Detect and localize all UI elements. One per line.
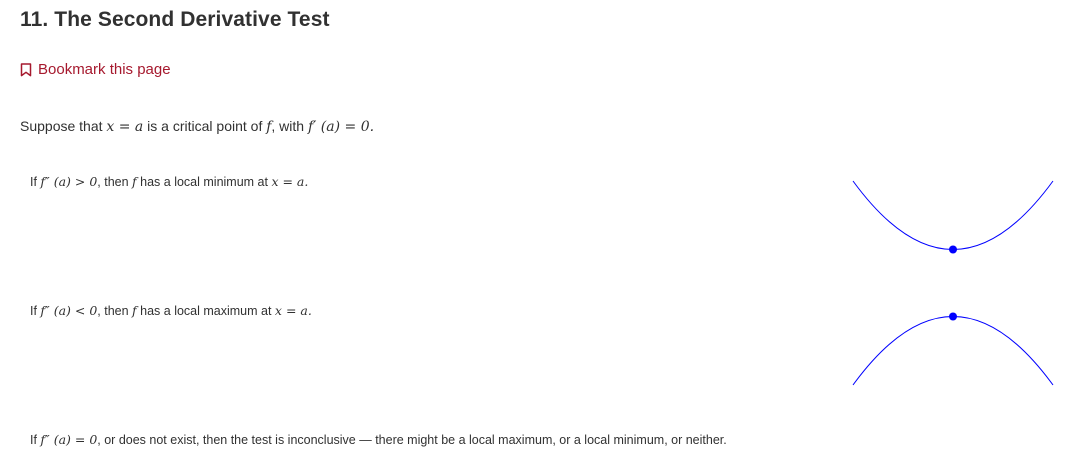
bookmark-icon: [20, 62, 32, 76]
bookmark-button[interactable]: Bookmark this page: [20, 61, 171, 78]
case-local-minimum: If f″ (a) > 0, then f has a local minimu…: [30, 174, 308, 189]
case-text: If: [30, 433, 41, 447]
case-inconclusive: If f″ (a) = 0, or does not exist, then t…: [30, 432, 727, 447]
case-math: x = a.: [271, 174, 309, 189]
minimum-point: [949, 245, 957, 254]
case-text: If: [30, 175, 41, 189]
case-math: f″ (a) > 0: [40, 174, 98, 189]
case-math: f″ (a) = 0: [40, 432, 98, 447]
maximum-point: [949, 312, 957, 321]
case-text: , or does not exist, then the test is in…: [97, 433, 727, 447]
local-maximum-graph: [852, 312, 1054, 386]
intro-text-3: , with: [271, 118, 308, 134]
page-title: 11. The Second Derivative Test: [20, 8, 330, 31]
case-text: If: [30, 304, 41, 318]
case-math: f″ (a) < 0: [40, 303, 98, 318]
case-local-maximum: If f″ (a) < 0, then f has a local maximu…: [30, 303, 312, 318]
downward-parabola-curve: [852, 316, 1054, 386]
intro-statement: Suppose that x = a is a critical point o…: [20, 118, 374, 135]
bookmark-label: Bookmark this page: [38, 61, 171, 78]
intro-text-2: is a critical point of: [143, 118, 267, 134]
case-text: has a local maximum at: [136, 304, 275, 318]
intro-math-1: x = a: [106, 119, 144, 135]
intro-math-3: f′ (a) = 0.: [307, 119, 375, 135]
case-text: , then: [97, 175, 133, 189]
case-text: , then: [97, 304, 133, 318]
case-math: x = a.: [274, 303, 312, 318]
case-text: has a local minimum at: [136, 175, 272, 189]
intro-text-1: Suppose that: [20, 118, 107, 134]
local-minimum-graph: [852, 180, 1054, 254]
upward-parabola-curve: [852, 180, 1054, 250]
